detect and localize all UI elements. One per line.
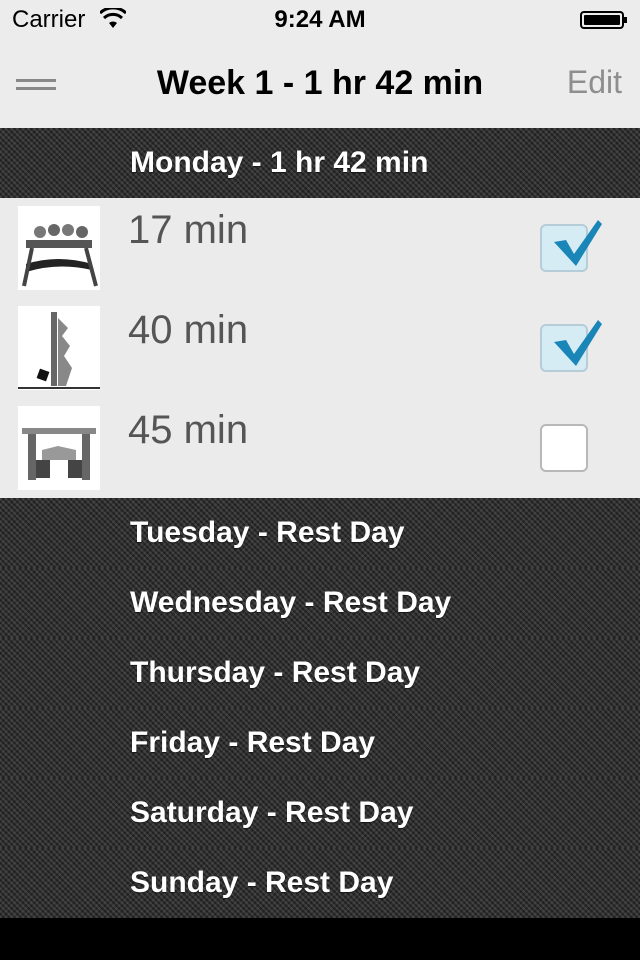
status-time: 9:24 AM [274,6,366,33]
day-header-sunday[interactable]: Sunday - Rest Day [0,848,640,919]
kettlebell-rack-icon [18,206,100,290]
workout-row[interactable]: 40 min [0,298,640,398]
day-header-tuesday[interactable]: Tuesday - Rest Day [0,498,640,569]
completed-checkbox[interactable] [540,320,602,372]
workout-row[interactable]: 45 min [0,398,640,498]
status-bar: Carrier 9:24 AM [0,0,640,40]
completed-checkbox[interactable] [540,220,602,272]
day-header-friday[interactable]: Friday - Rest Day [0,708,640,779]
edit-button[interactable]: Edit [567,64,622,101]
day-header-saturday[interactable]: Saturday - Rest Day [0,778,640,849]
day-header-label: Tuesday - Rest Day [130,516,405,549]
day-header-label: Monday - 1 hr 42 min [130,146,429,179]
battery-icon [580,11,627,29]
workout-list: 17 min 40 min 45 min [0,198,640,498]
bottom-edge [0,918,640,960]
checkmark-icon [554,320,602,366]
day-header-wednesday[interactable]: Wednesday - Rest Day [0,568,640,639]
vertical-rack-icon [18,306,100,390]
day-header-label: Wednesday - Rest Day [130,586,452,619]
page-title: Week 1 - 1 hr 42 min [156,64,484,102]
day-header-label: Thursday - Rest Day [130,656,421,689]
day-header-label: Sunday - Rest Day [130,866,394,899]
day-header-thursday[interactable]: Thursday - Rest Day [0,638,640,709]
workout-row[interactable]: 17 min [0,198,640,298]
workout-duration: 17 min [128,208,249,252]
workout-duration: 40 min [128,308,249,352]
weight-bench-icon [18,406,100,490]
day-header-label: Saturday - Rest Day [130,796,414,829]
checkmark-icon [554,220,602,266]
incomplete-checkbox[interactable] [540,424,588,472]
nav-bar: Week 1 - 1 hr 42 min Edit [0,40,640,129]
day-header-monday[interactable]: Monday - 1 hr 42 min [0,128,640,199]
workout-duration: 45 min [128,408,249,452]
day-header-label: Friday - Rest Day [130,726,376,759]
